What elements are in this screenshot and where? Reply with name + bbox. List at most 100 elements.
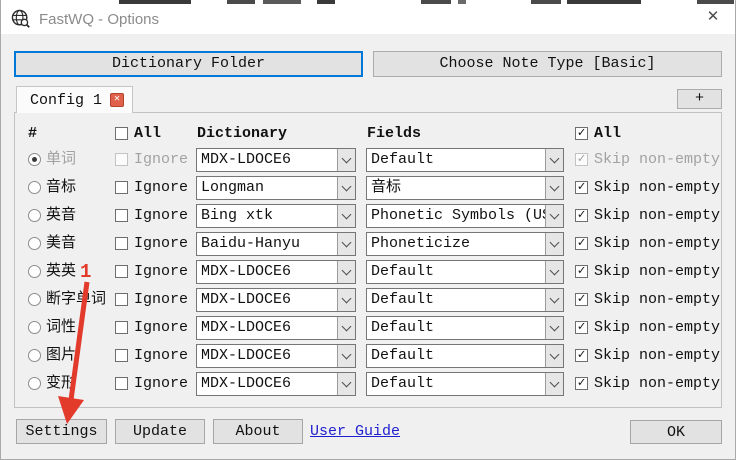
row-label: 图片 <box>46 347 77 364</box>
chevron-down-icon <box>545 317 563 339</box>
row-radio[interactable] <box>28 377 41 390</box>
skip-label: Skip non-empty <box>594 375 721 392</box>
dictionary-select-value: Longman <box>201 179 265 196</box>
fields-select[interactable]: Phonetic Symbols (US) <box>366 204 564 228</box>
fields-select-value: 音标 <box>371 179 402 196</box>
fields-select[interactable]: Default <box>366 316 564 340</box>
dictionary-select[interactable]: MDX-LDOCE6 <box>196 148 356 172</box>
skip-non-empty-checkbox[interactable] <box>575 264 588 278</box>
skip-non-empty-checkbox[interactable] <box>575 320 588 334</box>
chevron-down-icon <box>337 177 355 199</box>
skip-label: Skip non-empty <box>594 319 721 336</box>
ignore-checkbox[interactable] <box>115 153 128 166</box>
update-button[interactable]: Update <box>115 419 205 444</box>
ignore-checkbox[interactable] <box>115 321 128 334</box>
chevron-down-icon <box>337 289 355 311</box>
row-label: 单词 <box>46 151 77 168</box>
fields-select[interactable]: Phoneticize <box>366 232 564 256</box>
row-radio[interactable] <box>28 153 41 166</box>
dictionary-select[interactable]: Longman <box>196 176 356 200</box>
ignore-checkbox[interactable] <box>115 377 128 390</box>
ignore-checkbox[interactable] <box>115 237 128 250</box>
chevron-down-icon <box>337 205 355 227</box>
fields-select[interactable]: Default <box>366 344 564 368</box>
dictionary-select[interactable]: MDX-LDOCE6 <box>196 288 356 312</box>
dictionary-select-value: MDX-LDOCE6 <box>201 375 292 392</box>
add-tab-button[interactable]: + <box>677 89 722 109</box>
ignore-checkbox[interactable] <box>115 293 128 306</box>
dictionary-select[interactable]: MDX-LDOCE6 <box>196 260 356 284</box>
row-radio[interactable] <box>28 293 41 306</box>
dictionary-select[interactable]: MDX-LDOCE6 <box>196 372 356 396</box>
table-row: 单词 Ignore MDX-LDOCE6 Default Skip non-em… <box>15 148 721 172</box>
settings-button[interactable]: Settings <box>16 419 107 444</box>
fields-select-value: Phoneticize <box>371 235 471 252</box>
user-guide-link[interactable]: User Guide <box>310 419 400 444</box>
chevron-down-icon <box>545 289 563 311</box>
tab-close-icon[interactable]: ✕ <box>110 93 125 107</box>
dictionary-select[interactable]: Baidu-Hanyu <box>196 232 356 256</box>
row-label: 词性 <box>46 319 77 336</box>
ok-button[interactable]: OK <box>630 420 722 444</box>
chevron-down-icon <box>337 373 355 395</box>
fields-select-value: Default <box>371 151 435 168</box>
dictionary-select-value: MDX-LDOCE6 <box>201 347 292 364</box>
dictionary-select-value: MDX-LDOCE6 <box>201 319 292 336</box>
row-radio[interactable] <box>28 209 41 222</box>
dictionary-select-value: MDX-LDOCE6 <box>201 151 292 168</box>
chevron-down-icon <box>337 233 355 255</box>
choose-note-type-button[interactable]: Choose Note Type [Basic] <box>373 51 722 77</box>
ignore-checkbox[interactable] <box>115 209 128 222</box>
fields-select-value: Default <box>371 319 435 336</box>
row-label: 英音 <box>46 207 77 224</box>
row-label: 变形 <box>46 375 77 392</box>
skip-non-empty-checkbox[interactable] <box>575 208 588 222</box>
skip-non-empty-checkbox[interactable] <box>575 236 588 250</box>
chevron-down-icon <box>337 345 355 367</box>
row-radio[interactable] <box>28 349 41 362</box>
tab-config-1[interactable]: Config 1 ✕ <box>16 86 133 113</box>
ignore-label: Ignore <box>134 179 189 196</box>
skip-non-empty-checkbox[interactable] <box>575 292 588 306</box>
skip-non-empty-checkbox[interactable] <box>575 348 588 362</box>
skip-non-empty-checkbox[interactable] <box>575 376 588 390</box>
row-radio[interactable] <box>28 181 41 194</box>
skip-non-empty-checkbox[interactable] <box>575 180 588 194</box>
fields-select[interactable]: 音标 <box>366 176 564 200</box>
fields-select[interactable]: Default <box>366 288 564 312</box>
all-ignore-checkbox[interactable] <box>115 127 128 140</box>
ignore-checkbox[interactable] <box>115 265 128 278</box>
window-title: FastWQ - Options <box>39 11 160 28</box>
ignore-label: Ignore <box>134 151 189 168</box>
all-skip-checkbox[interactable] <box>575 126 588 140</box>
dictionary-folder-button[interactable]: Dictionary Folder <box>14 51 363 77</box>
fields-select[interactable]: Default <box>366 148 564 172</box>
ignore-checkbox[interactable] <box>115 181 128 194</box>
fields-select[interactable]: Default <box>366 372 564 396</box>
chevron-down-icon <box>545 345 563 367</box>
chevron-down-icon <box>337 261 355 283</box>
table-row: 断字单词 Ignore MDX-LDOCE6 Default Skip non-… <box>15 288 721 312</box>
dictionary-select[interactable]: Bing xtk <box>196 204 356 228</box>
fields-select[interactable]: Default <box>366 260 564 284</box>
col-header-fields: Fields <box>367 125 422 142</box>
row-radio[interactable] <box>28 265 41 278</box>
ignore-label: Ignore <box>134 235 189 252</box>
dictionary-select[interactable]: MDX-LDOCE6 <box>196 316 356 340</box>
close-icon[interactable]: ✕ <box>704 8 722 26</box>
fields-select-value: Default <box>371 263 435 280</box>
dictionary-select[interactable]: MDX-LDOCE6 <box>196 344 356 368</box>
skip-non-empty-checkbox[interactable] <box>575 152 588 166</box>
chevron-down-icon <box>545 261 563 283</box>
fields-select-value: Default <box>371 291 435 308</box>
row-radio[interactable] <box>28 321 41 334</box>
fields-select-value: Default <box>371 375 435 392</box>
title-bar: FastWQ - Options ✕ <box>1 0 735 34</box>
dictionary-select-value: Bing xtk <box>201 207 274 224</box>
about-button[interactable]: About <box>213 419 303 444</box>
chevron-down-icon <box>545 177 563 199</box>
col-header-dictionary: Dictionary <box>197 125 288 142</box>
col-header-all-left: All <box>134 125 162 142</box>
ignore-checkbox[interactable] <box>115 349 128 362</box>
row-radio[interactable] <box>28 237 41 250</box>
